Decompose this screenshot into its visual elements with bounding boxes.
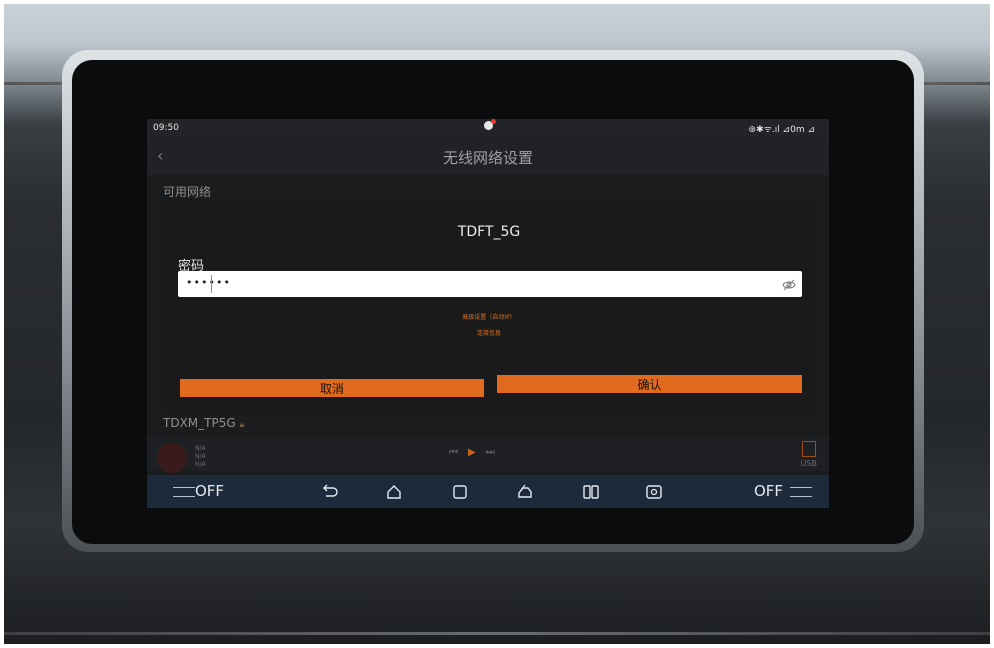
fan-right-icon bbox=[790, 487, 812, 497]
usb-source[interactable]: USB bbox=[801, 441, 817, 468]
password-value: •••••• bbox=[186, 276, 231, 289]
status-bar: 09:50 ⊛✱ᯤ.ıl ⊿0m ⊿ bbox=[147, 119, 829, 137]
usb-label: USB bbox=[800, 459, 817, 468]
media-bar: N/A N/A N/A ⏮ ▶ ⏭ USB bbox=[147, 437, 829, 473]
infotainment-screen: 09:50 ⊛✱ᯤ.ıl ⊿0m ⊿ ‹ 无线网络设置 可用网络 TDXM_TP… bbox=[147, 119, 829, 508]
play-icon[interactable]: ▶ bbox=[468, 447, 476, 458]
advanced-settings-label: 高级设置（自动IP） bbox=[462, 314, 516, 321]
car-settings-icon[interactable] bbox=[516, 483, 534, 501]
lock-icon: 🔒︎ bbox=[239, 420, 245, 430]
title-bar: ‹ 无线网络设置 bbox=[147, 137, 829, 175]
wifi-password-dialog: TDFT_5G 密码 •••••• 高级设置（自动IP） 连接信息 取消 确认 bbox=[165, 199, 813, 413]
split-screen-icon[interactable] bbox=[582, 483, 600, 501]
left-climate-off[interactable]: OFF bbox=[195, 482, 224, 500]
confirm-button[interactable]: 确认 bbox=[497, 375, 802, 393]
dialog-ssid-title: TDFT_5G bbox=[457, 224, 521, 240]
media-title: N/A bbox=[195, 445, 206, 452]
eye-slash-icon[interactable] bbox=[782, 277, 796, 291]
advanced-settings-link[interactable]: 高级设置（自动IP） 连接信息 bbox=[165, 312, 813, 337]
network-ssid: TDXM_TP5G bbox=[163, 416, 236, 430]
media-metadata: N/A N/A N/A bbox=[195, 445, 206, 469]
previous-track-icon[interactable]: ⏮ bbox=[449, 447, 458, 458]
connection-info-label: 连接信息 bbox=[476, 330, 501, 337]
media-controls: ⏮ ▶ ⏭ bbox=[449, 447, 495, 458]
dash-trim-bottom bbox=[4, 632, 990, 635]
status-time: 09:50 bbox=[153, 123, 179, 133]
text-cursor bbox=[211, 275, 212, 293]
page-title: 无线网络设置 bbox=[442, 149, 533, 167]
available-networks-heading: 可用网络 bbox=[163, 185, 212, 199]
password-input[interactable]: •••••• bbox=[178, 271, 802, 297]
recent-apps-icon[interactable] bbox=[451, 483, 469, 501]
album-art[interactable] bbox=[157, 443, 187, 473]
right-climate-off[interactable]: OFF bbox=[754, 482, 783, 500]
media-player-icon[interactable] bbox=[645, 483, 663, 501]
status-indicators: ⊛✱ᯤ.ıl ⊿0m ⊿ bbox=[748, 125, 815, 135]
navigation-bar: OFF OFF bbox=[147, 475, 829, 508]
home-icon[interactable] bbox=[385, 483, 403, 501]
notification-bell-icon[interactable] bbox=[484, 119, 496, 130]
fan-left-icon bbox=[173, 487, 195, 497]
network-list-item[interactable]: TDXM_TP5G 🔒︎ bbox=[163, 416, 244, 430]
back-icon[interactable] bbox=[321, 483, 339, 501]
next-track-icon[interactable]: ⏭ bbox=[486, 447, 495, 458]
media-artist: N/A bbox=[195, 453, 206, 460]
media-album: N/A bbox=[195, 461, 206, 468]
usb-icon bbox=[801, 441, 816, 457]
cancel-button[interactable]: 取消 bbox=[180, 379, 484, 397]
